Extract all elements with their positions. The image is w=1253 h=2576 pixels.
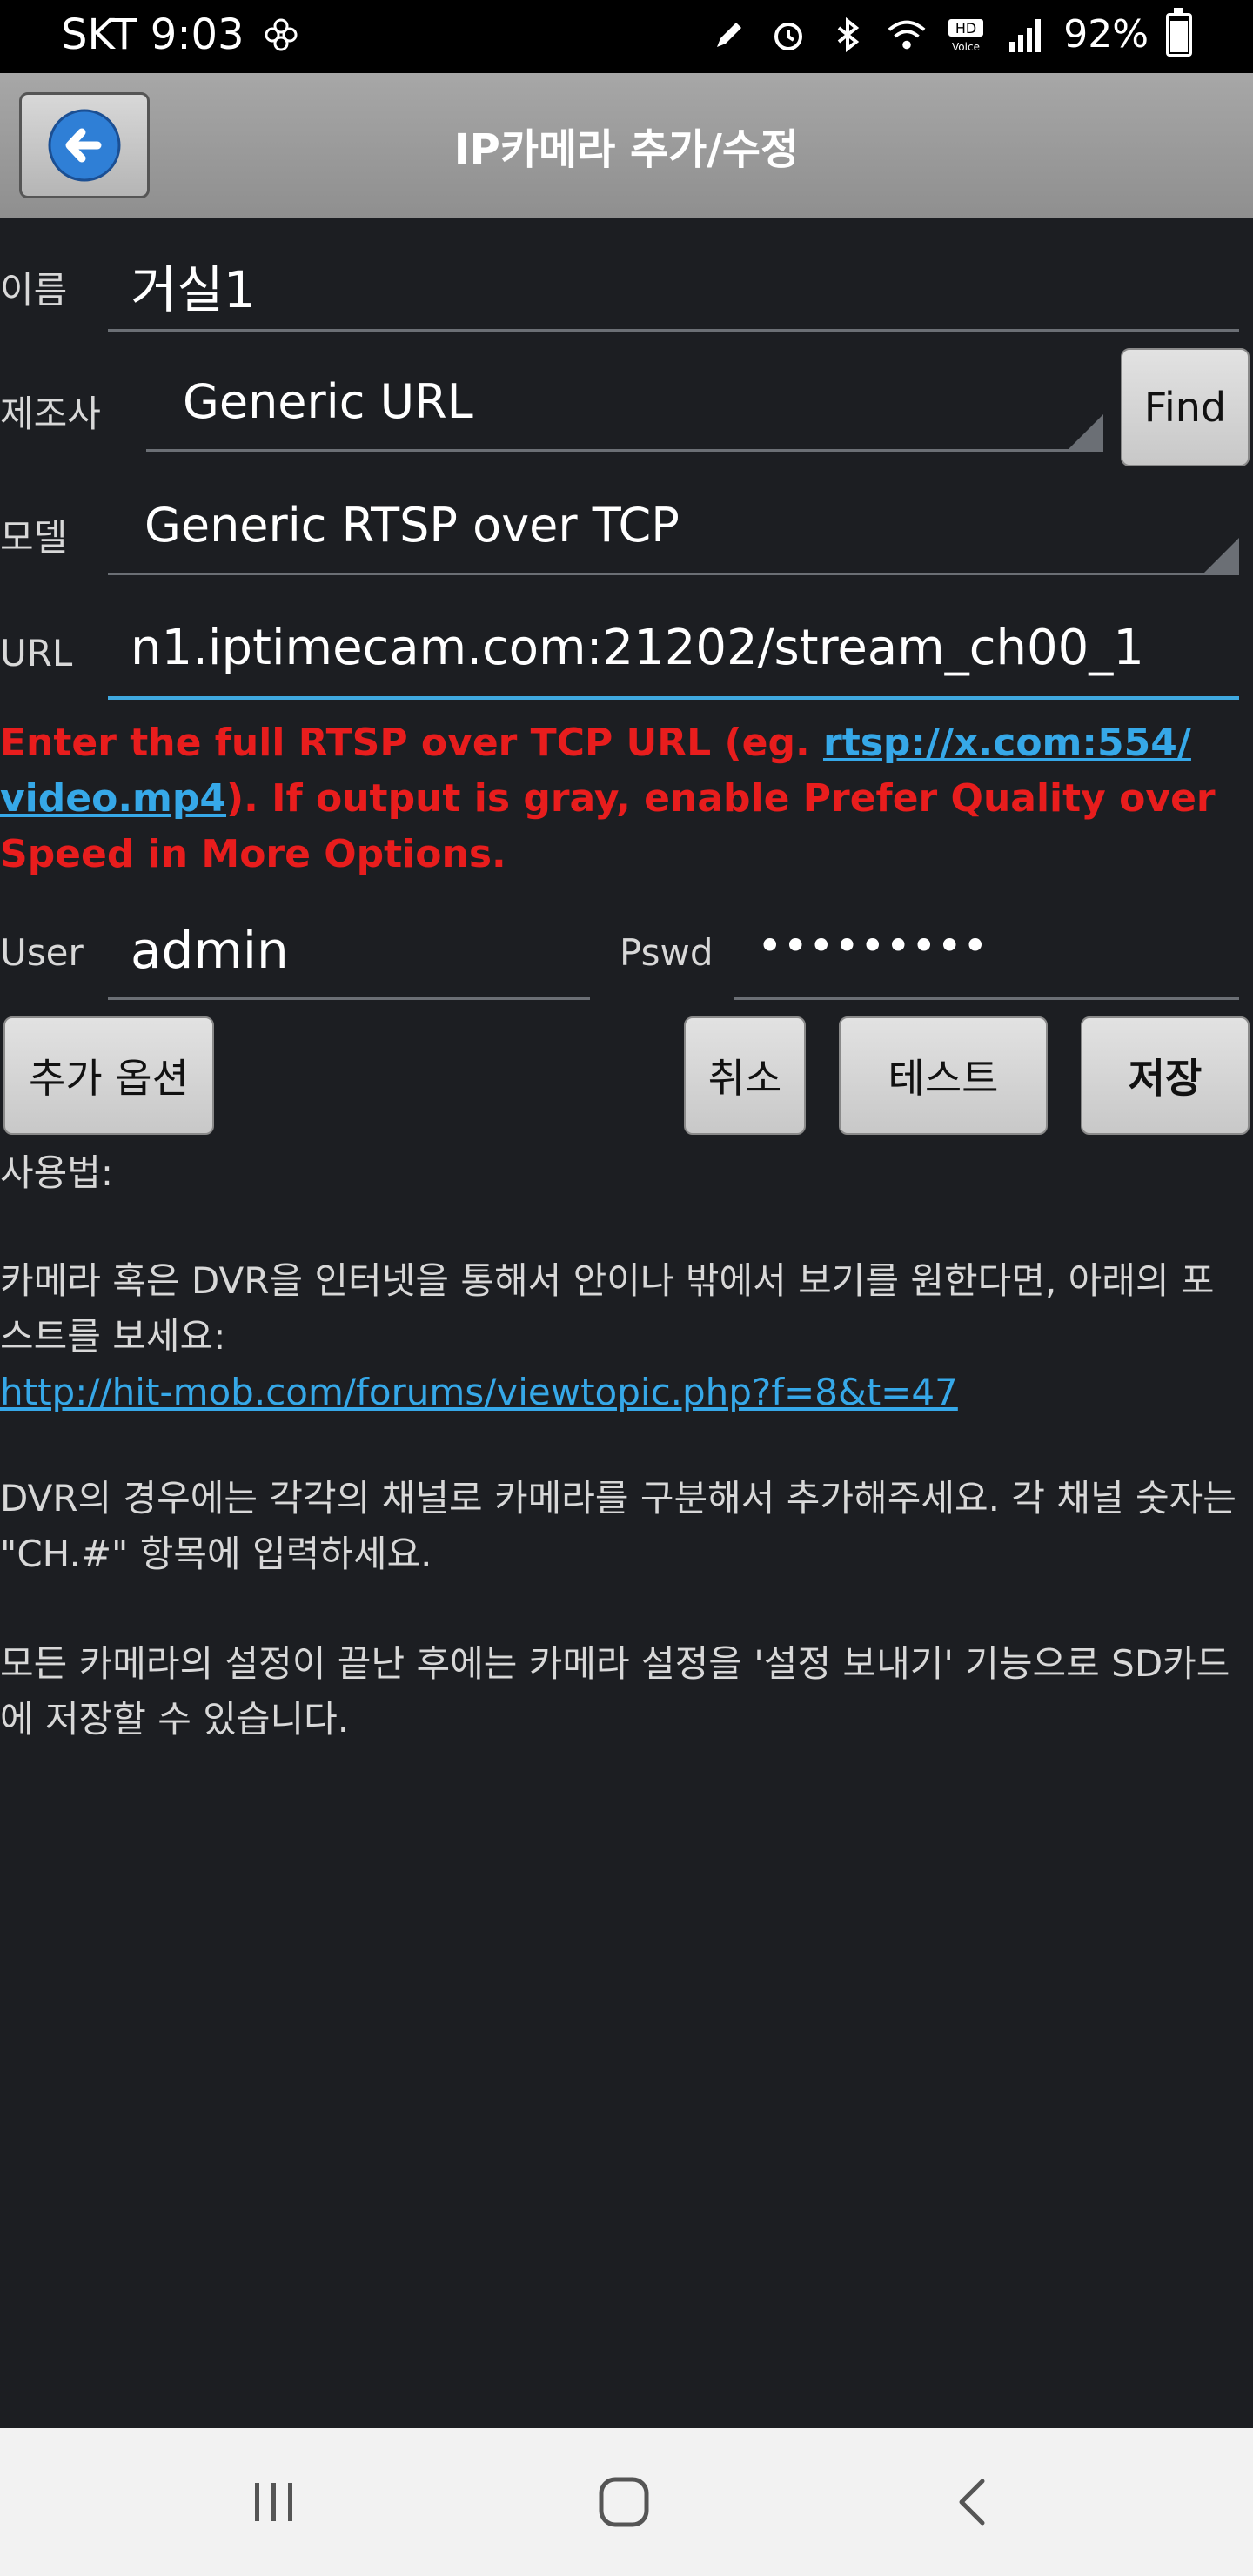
nav-back-icon[interactable] [935,2428,1013,2576]
url-label: URL [0,632,73,674]
svg-text:HD: HD [955,20,976,37]
name-input[interactable]: 거실1 [131,249,1227,322]
pswd-label: Pswd [620,931,714,974]
url-hint-text-1: Enter the full RTSP over TCP URL (eg. [0,721,823,765]
home-icon[interactable] [585,2428,663,2576]
signal-icon [1004,14,1046,56]
carrier-time: SKT 9:03 [61,10,245,59]
pswd-input[interactable]: ••••••••• [757,921,1227,971]
name-underline [108,329,1239,332]
model-spinner[interactable]: Generic RTSP over TCP [144,498,1189,553]
page-title: IP카메라 추가/수정 [453,125,800,174]
help-para-1: 카메라 혹은 DVR을 인터넷을 통해서 안이나 밖에서 보기를 원한다면, 아… [0,1259,1215,1358]
more-options-button[interactable]: 추가 옵션 [3,1016,214,1135]
url-hint: Enter the full RTSP over TCP URL (eg. rt… [0,715,1218,882]
recents-icon[interactable] [235,2428,313,2576]
pinwheel-icon [260,14,302,56]
maker-label: 제조사 [0,392,101,435]
maker-spinner[interactable]: Generic URL [183,374,1079,429]
alarm-icon [767,14,809,56]
maker-dropdown-arrow-icon [1069,414,1103,449]
maker-underline [146,449,1103,452]
model-underline [108,573,1239,575]
battery-icon [1166,7,1192,57]
help-link-line: http://hit-mob.com/forums/viewtopic.php?… [0,1365,1244,1420]
help-para-2: DVR의 경우에는 각각의 채널로 카메라를 구분해서 추가해주세요. 각 채널… [0,1477,1236,1575]
user-input[interactable]: admin [131,921,583,980]
cancel-button[interactable]: 취소 [684,1016,806,1135]
user-label: User [0,931,84,974]
model-dropdown-arrow-icon [1204,538,1239,573]
test-button[interactable]: 테스트 [839,1016,1048,1135]
wifi-icon [886,14,928,56]
status-bar: SKT 9:03 HD Voice 92% [0,0,1253,73]
help-link[interactable]: http://hit-mob.com/forums/viewtopic.php?… [0,1371,958,1413]
edit-icon [708,14,750,56]
title-bar: IP카메라 추가/수정 [0,73,1253,218]
find-button[interactable]: Find [1121,348,1250,466]
url-underline [108,696,1239,700]
user-underline [108,997,590,1000]
name-label: 이름 [0,269,68,312]
url-input[interactable]: n1.iptimecam.com:21202/stream_ch00_1 [131,620,1236,676]
save-button[interactable]: 저장 [1081,1016,1250,1135]
pswd-underline [734,997,1239,1000]
hd-voice-icon: HD Voice [945,14,987,56]
help-heading: 사용법: [0,1151,114,1194]
model-label: 모델 [0,516,68,559]
help-para-3: 모든 카메라의 설정이 끝난 후에는 카메라 설정을 '설정 보내기' 기능으로… [0,1642,1230,1741]
battery-percent: 92% [1063,12,1149,57]
svg-text:Voice: Voice [952,41,980,53]
bluetooth-icon [827,14,868,56]
navigation-bar [0,2428,1253,2576]
